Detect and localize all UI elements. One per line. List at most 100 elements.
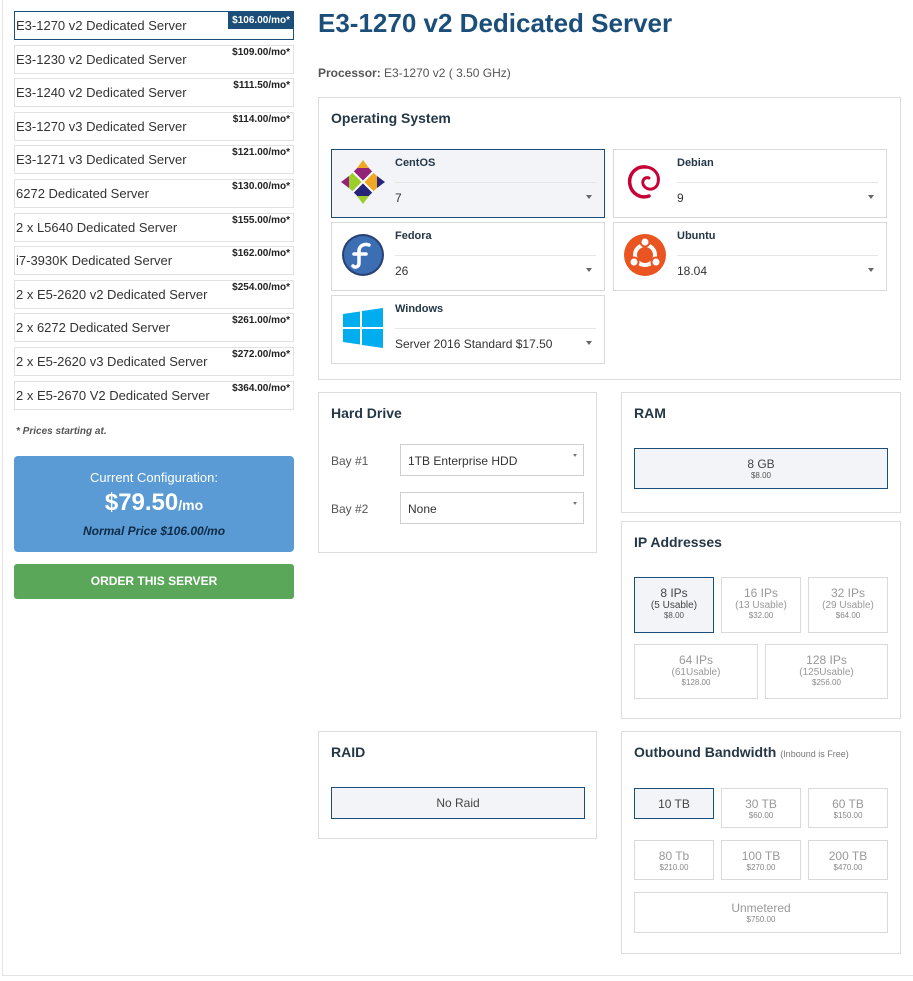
option-label: 128 IPs	[806, 653, 847, 667]
os-version-select[interactable]: 9	[677, 191, 684, 205]
server-name: 2 x E5-2620 v3 Dedicated Server	[16, 353, 208, 369]
bandwidth-title-text: Outbound Bandwidth	[634, 744, 777, 760]
bay-1-select[interactable]: 1TB Enterprise HDD	[400, 444, 584, 476]
ubuntu-icon	[624, 234, 666, 276]
bandwidth-option[interactable]: 200 TB $470.00	[808, 840, 888, 880]
ip-option[interactable]: 32 IPs (29 Usable) $64.00	[808, 577, 888, 633]
server-price: $111.50/mo*	[233, 80, 290, 92]
ip-option[interactable]: 8 IPs (5 Usable) $8.00	[634, 577, 714, 633]
server-name: 2 x E5-2670 V2 Dedicated Server	[16, 387, 210, 403]
option-label: 30 TB	[745, 797, 777, 811]
ip-option[interactable]: 16 IPs (13 Usable) $32.00	[721, 577, 801, 633]
ram-option[interactable]: 8 GB $8.00	[634, 448, 888, 489]
server-name: i7-3930K Dedicated Server	[16, 253, 173, 269]
option-label: Unmetered	[731, 901, 791, 915]
option-label: 60 TB	[832, 797, 864, 811]
option-label: 200 TB	[828, 849, 868, 863]
option-label: 32 IPs	[830, 586, 866, 600]
bandwidth-option[interactable]: 100 TB $270.00	[721, 840, 801, 880]
server-item[interactable]: 6272 Dedicated Server $130.00/mo*	[14, 178, 294, 208]
option-price: $64.00	[835, 611, 861, 620]
server-price: $106.00/mo*	[228, 12, 293, 29]
os-option-windows[interactable]: Windows Server 2016 Standard $17.50	[331, 295, 605, 364]
bandwidth-option[interactable]: 30 TB $60.00	[721, 788, 801, 828]
option-price: $128.00	[681, 678, 711, 687]
os-version-select[interactable]: 7	[395, 191, 402, 205]
bandwidth-subtitle: (Inbound is Free)	[780, 749, 849, 759]
bandwidth-title: Outbound Bandwidth (Inbound is Free)	[634, 744, 849, 760]
bandwidth-option[interactable]: 80 Tb $210.00	[634, 840, 714, 880]
order-button[interactable]: ORDER THIS SERVER	[14, 564, 294, 599]
bandwidth-option[interactable]: 60 TB $150.00	[808, 788, 888, 828]
config-normal-price: Normal Price $106.00/mo	[82, 524, 226, 538]
server-price: $254.00/mo*	[232, 281, 290, 293]
server-price: $162.00/mo*	[232, 248, 290, 260]
server-name: E3-1271 v3 Dedicated Server	[16, 152, 187, 168]
server-name: 2 x E5-2620 v2 Dedicated Server	[16, 286, 208, 302]
price-note: * Prices starting at.	[16, 426, 107, 437]
server-item[interactable]: E3-1271 v3 Dedicated Server $121.00/mo*	[14, 145, 294, 175]
option-sublabel: (5 Usable)	[650, 600, 698, 611]
server-item[interactable]: 2 x L5640 Dedicated Server $155.00/mo*	[14, 212, 294, 242]
processor-label: Processor:	[318, 66, 381, 80]
server-name: E3-1270 v3 Dedicated Server	[16, 118, 187, 134]
bay-2-select[interactable]: None	[400, 492, 584, 524]
option-label: 16 IPs	[743, 586, 779, 600]
os-version-select[interactable]: 18.04	[677, 264, 707, 278]
option-price: $270.00	[746, 863, 776, 872]
os-version-select[interactable]: Server 2016 Standard $17.50	[395, 337, 552, 351]
server-name: E3-1240 v2 Dedicated Server	[16, 85, 187, 101]
config-price-value: $79.50	[104, 489, 179, 516]
server-item[interactable]: E3-1270 v2 Dedicated Server $106.00/mo*	[14, 11, 294, 40]
server-name: 2 x 6272 Dedicated Server	[16, 320, 170, 336]
ram-title: RAM	[634, 405, 666, 421]
divider	[395, 255, 596, 256]
bay-value: None	[408, 502, 437, 516]
server-item[interactable]: 2 x 6272 Dedicated Server $261.00/mo*	[14, 313, 294, 343]
option-label: 10 TB	[658, 797, 690, 811]
server-item[interactable]: E3-1240 v2 Dedicated Server $111.50/mo*	[14, 78, 294, 108]
os-option-fedora[interactable]: Fedora 26	[331, 222, 605, 291]
server-list: E3-1270 v2 Dedicated Server $106.00/mo* E…	[14, 11, 294, 414]
server-item[interactable]: 2 x E5-2670 V2 Dedicated Server $364.00/m…	[14, 380, 294, 410]
centos-icon	[341, 160, 385, 204]
ram-panel: RAM 8 GB $8.00	[621, 392, 901, 513]
current-configuration: Current Configuration: $79.50/mo Normal …	[14, 456, 294, 552]
windows-icon	[343, 308, 383, 348]
chevron-down-icon	[573, 454, 577, 457]
ip-option[interactable]: 128 IPs (125Usable) $256.00	[765, 644, 888, 699]
option-price: $470.00	[833, 863, 863, 872]
server-name: 2 x L5640 Dedicated Server	[16, 219, 178, 235]
option-price: $210.00	[659, 863, 689, 872]
raid-panel: RAID No Raid	[318, 731, 597, 839]
os-option-ubuntu[interactable]: Ubuntu 18.04	[613, 222, 887, 291]
option-price: $60.00	[748, 811, 774, 820]
bandwidth-option[interactable]: 10 TB	[634, 788, 714, 819]
bandwidth-option[interactable]: Unmetered $750.00	[634, 892, 888, 933]
option-sublabel: (125Usable)	[799, 667, 854, 678]
server-item[interactable]: E3-1230 v2 Dedicated Server $109.00/mo*	[14, 44, 294, 74]
bay-label: Bay #1	[331, 454, 369, 468]
option-label: 64 IPs	[678, 653, 714, 667]
os-name: Fedora	[395, 230, 432, 242]
os-version-select[interactable]: 26	[395, 264, 408, 278]
server-price: $364.00/mo*	[232, 382, 290, 394]
server-item[interactable]: E3-1270 v3 Dedicated Server $114.00/mo*	[14, 111, 294, 141]
chevron-down-icon	[868, 268, 874, 272]
option-sublabel: (29 Usable)	[822, 600, 874, 611]
server-name: E3-1230 v2 Dedicated Server	[16, 51, 187, 67]
option-price: $8.00	[663, 611, 685, 620]
os-option-debian[interactable]: Debian 9	[613, 149, 887, 218]
server-item[interactable]: i7-3930K Dedicated Server $162.00/mo*	[14, 246, 294, 276]
divider	[395, 182, 596, 183]
ip-option[interactable]: 64 IPs (61Usable) $128.00	[634, 644, 758, 699]
server-item[interactable]: 2 x E5-2620 v3 Dedicated Server $272.00/m…	[14, 346, 294, 376]
divider	[677, 182, 878, 183]
option-price: $32.00	[748, 611, 774, 620]
divider	[677, 255, 878, 256]
raid-option[interactable]: No Raid	[331, 787, 585, 819]
os-option-centos[interactable]: CentOS 7	[331, 149, 605, 218]
page-title: E3-1270 v2 Dedicated Server	[318, 8, 673, 38]
chevron-down-icon	[586, 195, 592, 199]
server-item[interactable]: 2 x E5-2620 v2 Dedicated Server $254.00/m…	[14, 279, 294, 309]
